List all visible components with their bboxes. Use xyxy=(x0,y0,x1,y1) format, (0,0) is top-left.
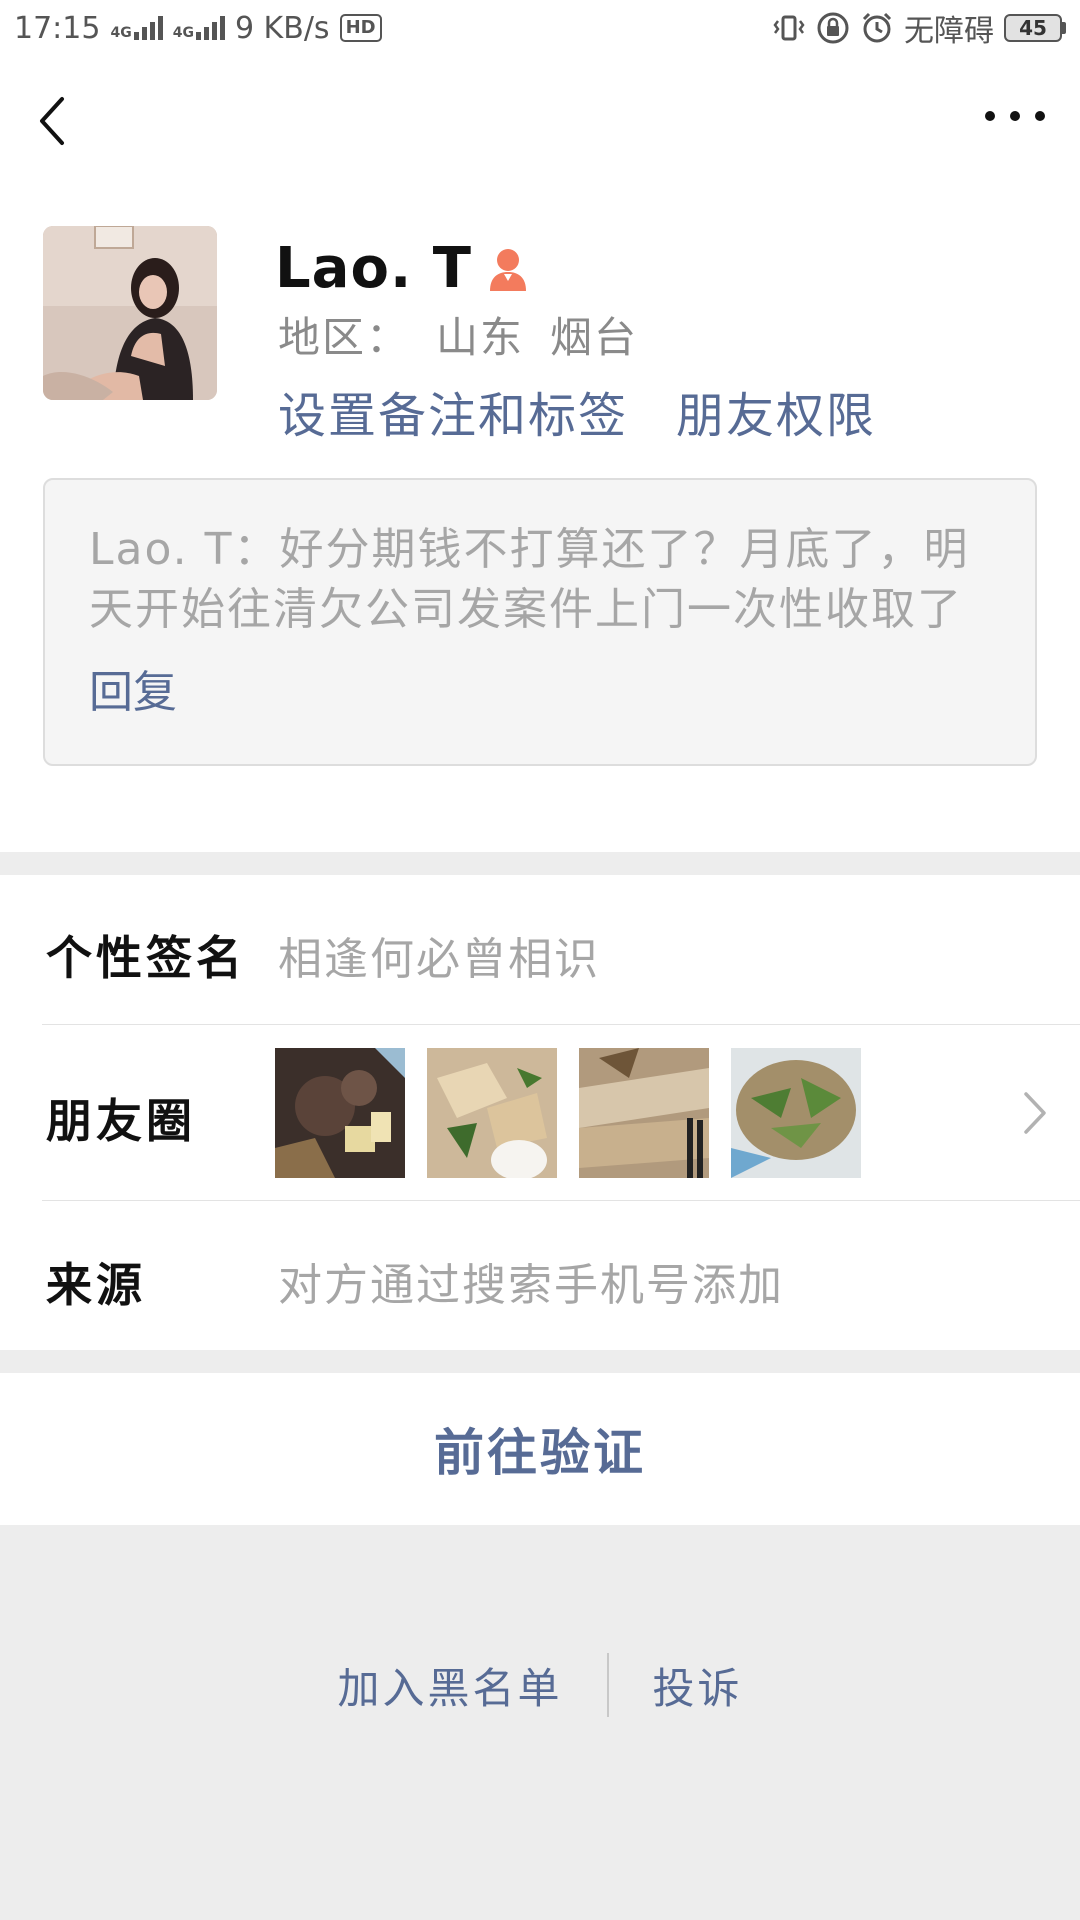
moments-label: 朋友圈 xyxy=(46,1094,196,1148)
avatar-image xyxy=(43,226,217,400)
status-right: 无障碍 45 xyxy=(772,6,1066,50)
battery-level: 45 xyxy=(1004,14,1062,42)
profile-section: Lao. T 地区： 山东 烟台 设置备注和标签 朋友权限 Lao. T：好分期钱不… xyxy=(0,186,1080,852)
info-section: 个性签名 相逢何必曾相识 朋友圈 来源 对方通过搜索手机号添加 xyxy=(0,875,1080,1350)
moments-thumbnails xyxy=(275,1048,861,1178)
name-row: Lao. T xyxy=(275,236,530,301)
contact-name: Lao. T xyxy=(275,236,472,301)
source-row: 来源 对方通过搜索手机号添加 xyxy=(0,1201,1080,1350)
back-icon[interactable] xyxy=(30,91,80,151)
verify-label: 前往验证 xyxy=(434,1424,646,1482)
hd-badge: HD xyxy=(339,14,382,42)
region-label: 地区： xyxy=(278,313,411,362)
network-type-2: 4G xyxy=(172,25,194,41)
region-city: 烟台 xyxy=(550,313,639,362)
vibrate-icon xyxy=(773,15,805,41)
female-icon xyxy=(489,248,526,291)
verify-button[interactable]: 前往验证 xyxy=(0,1373,1080,1525)
moments-row[interactable]: 朋友圈 xyxy=(0,875,1080,1200)
status-bar: 17:15 4G 4G 9 KB/s HD 无障碍 45 xyxy=(0,0,1080,56)
set-remark-link[interactable]: 设置备注和标签 xyxy=(278,376,628,446)
accessibility-label: 无障碍 xyxy=(904,14,994,49)
source-label: 来源 xyxy=(46,1258,146,1312)
signal-icon-2: 4G xyxy=(173,16,225,40)
network-speed: 9 KB/s xyxy=(234,10,330,46)
region: 地区： 山东 烟台 xyxy=(278,304,638,365)
lock-rotation-icon xyxy=(817,12,849,44)
moments-thumbnail xyxy=(275,1048,405,1178)
status-left: 17:15 4G 4G 9 KB/s HD xyxy=(14,11,382,46)
chevron-right-icon xyxy=(1024,1092,1046,1134)
alarm-icon xyxy=(862,12,892,43)
signal-icon: 4G xyxy=(110,16,163,41)
blacklist-link[interactable]: 加入黑名单 xyxy=(293,1655,606,1716)
source-value: 对方通过搜索手机号添加 xyxy=(278,1260,784,1311)
battery-icon: 45 xyxy=(1004,14,1066,42)
avatar[interactable] xyxy=(43,226,217,400)
moments-thumbnail xyxy=(427,1048,557,1178)
profile-links: 设置备注和标签 朋友权限 xyxy=(278,376,876,446)
report-link[interactable]: 投诉 xyxy=(609,1655,787,1716)
friend-permission-link[interactable]: 朋友权限 xyxy=(676,376,876,446)
network-type-1: 4G xyxy=(110,25,132,41)
nav-bar xyxy=(0,56,1080,186)
region-province: 山东 xyxy=(436,313,525,362)
greeting-message: Lao. T：好分期钱不打算还了？月底了，明天开始往清欠公司发案件上门一次性收取… xyxy=(89,524,970,635)
status-time: 17:15 xyxy=(14,10,101,46)
greeting-message-box: Lao. T：好分期钱不打算还了？月底了，明天开始往清欠公司发案件上门一次性收取… xyxy=(43,478,1037,766)
reply-link[interactable]: 回复 xyxy=(89,656,177,720)
footer-links: 加入黑名单 投诉 xyxy=(0,1650,1080,1720)
moments-thumbnail xyxy=(579,1048,709,1178)
moments-thumbnail xyxy=(731,1048,861,1178)
more-options-icon[interactable] xyxy=(980,96,1050,136)
